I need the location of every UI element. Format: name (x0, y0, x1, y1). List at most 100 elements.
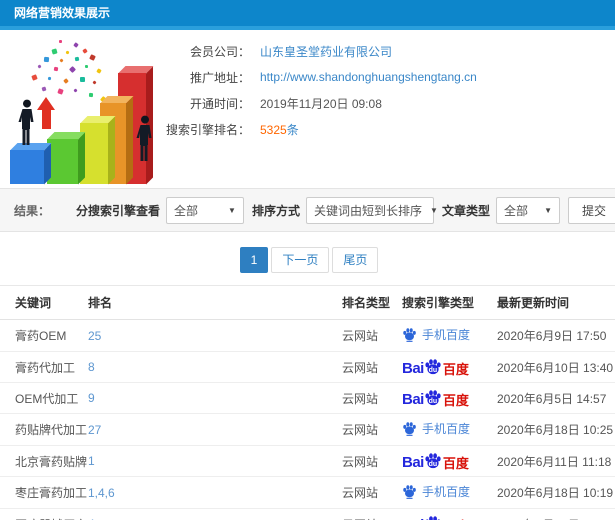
keyword-cell: 医疗器械厂家 (0, 508, 88, 520)
chevron-down-icon: ▼ (228, 205, 236, 215)
table-row: 药贴牌代加工 27 云网站 手机百度 2020年6月18日 10:25 (0, 413, 615, 446)
member-company-link[interactable]: 山东皇圣堂药业有限公司 (260, 43, 392, 60)
rank-type-cell: 云网站 (342, 508, 402, 520)
businessman-figure (18, 99, 34, 145)
chevron-down-icon: ▼ (544, 205, 552, 215)
engine-type-cell: Bai du 百度 (402, 351, 497, 383)
keyword-cell: 枣庄膏药加工 (0, 476, 88, 509)
rank-type-cell: 云网站 (342, 413, 402, 446)
sort-label: 排序方式 (251, 203, 300, 218)
rank-type-cell: 云网站 (342, 382, 402, 414)
baidu-engine-logo: Bai du 百度 (402, 452, 469, 471)
top-section: 会员公司： 山东皇圣堂药业有限公司 推广地址： http://www.shand… (0, 30, 615, 188)
table-row: 膏药代加工 8 云网站 Bai du 百度 2020年6月10日 13:40 (0, 351, 615, 383)
baidu-paw-icon (402, 484, 422, 499)
page-header: 网络营销效果展示 (0, 0, 615, 26)
baidu-paw-icon: du (424, 358, 442, 376)
baidu-engine-logo: Bai du 百度 (402, 389, 469, 408)
article-type-label: 文章类型 (441, 203, 490, 218)
engine-rank-number: 5325 (260, 122, 287, 137)
table-header-row: 关键词 排名 排名类型 搜索引擎类型 最新更新时间 (0, 285, 615, 320)
rank-type-cell: 云网站 (342, 476, 402, 509)
baidu-engine-logo: Bai du 百度 (402, 358, 469, 377)
keyword-cell: 膏药代加工 (0, 351, 88, 383)
engine-type-cell: 手机百度 (402, 319, 497, 352)
last-page-button[interactable]: 尾页 (332, 247, 379, 273)
baidu-paw-icon: du (424, 515, 442, 520)
rank-link[interactable]: 27 (88, 423, 101, 437)
promo-url-row: 推广地址： http://www.shandonghuangshengtang.… (160, 64, 615, 90)
col-engine-type: 搜索引擎类型 (402, 285, 497, 320)
bar-chart-illustration (4, 36, 186, 186)
update-time-cell: 2020年6月9日 17:50 (497, 319, 615, 352)
table-row: OEM代加工 9 云网站 Bai du 百度 2020年6月5日 14:57 (0, 382, 615, 414)
mobile-baidu-label: 手机百度 (422, 485, 471, 499)
keyword-cell: 北京膏药贴牌 (0, 445, 88, 477)
rank-link[interactable]: 25 (88, 329, 101, 343)
mobile-baidu-engine: 手机百度 (402, 420, 470, 437)
mobile-baidu-label: 手机百度 (422, 328, 471, 342)
engine-rank-row: 搜索引擎排名： 5325条 (160, 116, 615, 142)
bar-blue (10, 143, 51, 184)
member-info-panel: 会员公司： 山东皇圣堂药业有限公司 推广地址： http://www.shand… (160, 30, 615, 142)
member-company-row: 会员公司： 山东皇圣堂药业有限公司 (160, 38, 615, 64)
promo-url-link[interactable]: http://www.shandonghuangshengtang.cn (260, 70, 477, 84)
baidu-paw-icon: du (424, 452, 442, 470)
engine-type-cell: Bai du 百度 (402, 445, 497, 477)
baidu-paw-icon (402, 421, 422, 436)
engine-type-cell: Bai du 百度 (402, 508, 497, 520)
chevron-down-icon: ▼ (429, 205, 438, 215)
growth-arrow-icon (37, 97, 55, 129)
table-row: 北京膏药贴牌 1 云网站 Bai du 百度 2020年6月11日 11:18 (0, 445, 615, 477)
mobile-baidu-engine: 手机百度 (402, 483, 470, 500)
page-title: 网络营销效果展示 (14, 6, 111, 20)
update-time-cell: 2020年6月18日 10:25 (497, 413, 615, 446)
next-page-button[interactable]: 下一页 (271, 247, 330, 273)
keyword-cell: 药贴牌代加工 (0, 413, 88, 446)
bar-green (47, 132, 85, 184)
pagination: 1 下一页 尾页 (0, 247, 615, 273)
submit-button[interactable]: 提交 (567, 196, 615, 224)
rank-link[interactable]: 8 (88, 360, 95, 374)
baidu-paw-icon (402, 327, 422, 342)
col-update-time: 最新更新时间 (497, 285, 615, 320)
baidu-engine-logo: Bai du 百度 (402, 515, 469, 520)
col-rank: 排名 (88, 285, 342, 320)
engine-view-label: 分搜索引擎查看 (75, 203, 160, 218)
table-row: 枣庄膏药加工 1,4,6 云网站 手机百度 2020年6月18日 10:19 (0, 476, 615, 509)
article-type-select[interactable]: 全部 ▼ (495, 196, 560, 224)
update-time-cell: 2020年6月10日 13:40 (497, 351, 615, 383)
rank-link[interactable]: 1,4,6 (88, 486, 115, 500)
filter-controls: 分搜索引擎查看 全部 ▼ 排序方式 关键词由短到长排序 ▼ 文章类型 全部 ▼ … (68, 196, 615, 224)
col-rank-type: 排名类型 (342, 285, 402, 320)
rank-type-cell: 云网站 (342, 319, 402, 352)
businessman-figure (136, 115, 152, 161)
rank-link[interactable]: 1 (88, 454, 95, 468)
engine-view-select[interactable]: 全部 ▼ (165, 196, 244, 224)
keyword-cell: 膏药OEM (0, 319, 88, 352)
engine-type-cell: 手机百度 (402, 476, 497, 509)
engine-type-cell: 手机百度 (402, 413, 497, 446)
keyword-cell: OEM代加工 (0, 382, 88, 414)
update-time-cell: 2020年6月11日 11:18 (497, 445, 615, 477)
rank-link[interactable]: 9 (88, 391, 95, 405)
keyword-ranking-table: 关键词 排名 排名类型 搜索引擎类型 最新更新时间 膏药OEM 25 云网站 手… (0, 285, 615, 520)
update-time-cell: 2020年5月29日 10:32 (497, 508, 615, 520)
rank-type-cell: 云网站 (342, 445, 402, 477)
open-time-value: 2019年11月20日 09:08 (260, 96, 382, 111)
rank-type-cell: 云网站 (342, 351, 402, 383)
sort-select[interactable]: 关键词由短到长排序 ▼ (305, 196, 438, 224)
mobile-baidu-label: 手机百度 (422, 422, 471, 436)
page-1-button[interactable]: 1 (239, 247, 269, 273)
baidu-paw-icon: du (424, 389, 442, 407)
marketing-effect-page: 网络营销效果展示 会员公司： 山东皇圣堂药业有限公司 推广地址： http://… (0, 0, 615, 520)
table-row: 膏药OEM 25 云网站 手机百度 2020年6月9日 17:50 (0, 319, 615, 352)
engine-rank-unit: 条 (286, 122, 299, 137)
table-row: 医疗器械厂家 4 云网站 (0, 508, 615, 520)
result-label: 结果： (14, 203, 51, 218)
col-keyword: 关键词 (0, 285, 88, 320)
open-time-row: 开通时间： 2019年11月20日 09:08 (160, 90, 615, 116)
mobile-baidu-engine: 手机百度 (402, 326, 470, 343)
engine-rank-count: 5325条 (260, 121, 299, 138)
engine-type-cell: Bai du 百度 (402, 382, 497, 414)
